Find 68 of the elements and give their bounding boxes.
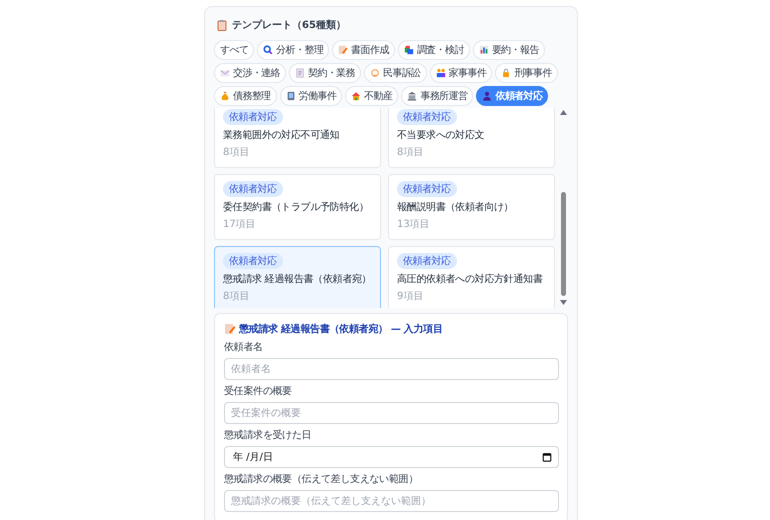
- memo-icon: [338, 45, 348, 55]
- category-chip[interactable]: 交渉・連絡: [214, 63, 286, 83]
- memo-icon: [224, 323, 236, 335]
- category-chip[interactable]: 要約・報告: [472, 40, 545, 60]
- search-icon: [263, 45, 274, 55]
- category-chip[interactable]: 調査・検討: [398, 40, 470, 60]
- item-count: 8項目: [223, 290, 250, 303]
- category-tag: 依頼者対応: [223, 253, 282, 269]
- category-chip[interactable]: 不動産: [345, 86, 398, 106]
- template-title: 委任契約書（トラブル予防特化）: [223, 200, 369, 214]
- template-title: 高圧的依頼者への対応方針通知書: [397, 272, 543, 286]
- date-field[interactable]: 年 /月/日: [224, 446, 559, 468]
- category-chip[interactable]: 労働事件: [280, 86, 342, 106]
- item-count: 8項目: [397, 146, 424, 159]
- text-field[interactable]: 受任案件の概要: [224, 402, 559, 424]
- item-count: 9項目: [397, 290, 424, 303]
- category-chip[interactable]: 事務所運営: [401, 86, 474, 106]
- family-icon: [436, 68, 446, 78]
- category-tag: 依頼者対応: [397, 253, 456, 269]
- category-chip[interactable]: 刑事事件: [495, 63, 558, 83]
- template-card[interactable]: 依頼者対応 報酬説明書（依頼者向け） 13項目: [388, 174, 555, 240]
- template-card[interactable]: 依頼者対応 不当要求への対応文 8項目: [388, 108, 555, 168]
- category-chip[interactable]: すべて: [214, 40, 254, 60]
- bank-icon: [407, 91, 418, 101]
- text-field[interactable]: 依頼者名: [224, 358, 559, 380]
- category-chip[interactable]: 分析・整理: [257, 40, 330, 60]
- template-card[interactable]: 依頼者対応 高圧的依頼者への対応方針通知書 9項目: [388, 246, 555, 308]
- template-card[interactable]: 依頼者対応 業務範囲外の対応不可通知 8項目: [214, 108, 381, 168]
- emblem-icon: [370, 68, 380, 78]
- template-title: 業務範囲外の対応不可通知: [223, 128, 340, 142]
- form-title: 懲戒請求 経過報告書（依頼者宛） — 入力項目: [239, 322, 443, 336]
- field-label: 懲戒請求の概要（伝えて差し支えない範囲）: [224, 474, 420, 486]
- category-chip[interactable]: 書面作成: [332, 40, 395, 60]
- category-chip[interactable]: 民事訴訟: [364, 63, 427, 83]
- scroll-down-arrow-icon[interactable]: [560, 300, 567, 306]
- field-label: 依頼者名: [224, 342, 264, 354]
- item-count: 13項目: [397, 218, 430, 231]
- books-icon: [404, 45, 414, 55]
- field-label: 懲戒請求を受けた日: [224, 430, 312, 442]
- person-icon: [482, 91, 492, 101]
- category-tag: 依頼者対応: [397, 181, 456, 197]
- category-chip[interactable]: 依頼者対応: [476, 86, 548, 106]
- house-icon: [351, 91, 362, 101]
- bar-chart-icon: [478, 45, 489, 55]
- money-bag-icon: [220, 91, 230, 101]
- category-tag: 依頼者対応: [223, 109, 282, 125]
- building-icon: [286, 91, 296, 101]
- panel-title: テンプレート（65種類）: [232, 18, 346, 32]
- calendar-icon: [542, 452, 552, 462]
- category-chip[interactable]: 債務整理: [214, 86, 277, 106]
- category-chip[interactable]: 契約・業務: [289, 63, 362, 83]
- clipboard-icon: [216, 19, 228, 31]
- item-count: 8項目: [223, 146, 250, 159]
- category-tag: 依頼者対応: [223, 181, 282, 197]
- template-title: 報酬説明書（依頼者向け）: [397, 200, 514, 214]
- envelope-icon: [220, 68, 230, 78]
- field-label: 受任案件の概要: [224, 386, 293, 398]
- category-chip[interactable]: 家事事件: [430, 63, 492, 83]
- template-title: 不当要求への対応文: [397, 128, 484, 142]
- category-tag: 依頼者対応: [397, 109, 456, 125]
- document-icon: [295, 68, 306, 78]
- template-card[interactable]: 依頼者対応 委任契約書（トラブル予防特化） 17項目: [214, 174, 381, 240]
- text-field[interactable]: 懲戒請求の概要（伝えて差し支えない範囲）: [224, 490, 559, 512]
- scroll-up-arrow-icon[interactable]: [560, 110, 567, 116]
- template-card[interactable]: 依頼者対応 懲戒請求 経過報告書（依頼者宛） 8項目: [214, 246, 381, 308]
- lock-icon: [501, 68, 512, 78]
- item-count: 17項目: [223, 218, 256, 231]
- template-title: 懲戒請求 経過報告書（依頼者宛）: [223, 272, 372, 286]
